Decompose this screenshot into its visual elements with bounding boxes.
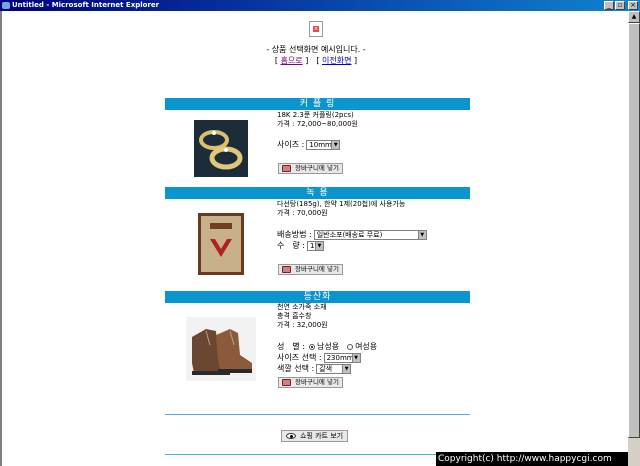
ring-cart-label: 장바구니에 넣기 (295, 164, 339, 172)
shoes-cart-label: 장바구니에 넣기 (295, 378, 339, 386)
section-title-hiking-shoes: 등산화 (165, 291, 470, 303)
chevron-down-icon: ▼ (342, 365, 351, 373)
antler-name: 다선탕(185g), 한약 1제(20첩)에 사용가능 (277, 200, 406, 208)
maximize-button[interactable]: ▫ (615, 1, 625, 10)
chevron-down-icon: ▼ (417, 231, 426, 239)
section-title-deer-antler: 녹 용 (165, 187, 470, 199)
section-title-couple-ring: 커 플 링 (165, 98, 470, 110)
ring-add-to-cart-button[interactable]: 장바구니에 넣기 (278, 163, 343, 174)
ring-price: 가격 : 72,000~80,000원 (277, 120, 358, 128)
shop-cart-label: 쇼핑 카트 보기 (300, 432, 344, 440)
shoes-feature: 충격 흡수창 (277, 312, 312, 320)
antler-cart-label: 장바구니에 넣기 (295, 265, 339, 273)
shopping-bag-icon (282, 266, 291, 273)
antler-price: 가격 : 70,000원 (277, 209, 328, 217)
ring-size-value: 10mm (309, 141, 332, 149)
chevron-down-icon: ▼ (331, 141, 340, 149)
antler-shipping-select[interactable]: 일반소포(배송료 무료) ▼ (313, 230, 427, 240)
antler-qty-value: 1 (309, 242, 315, 250)
shopping-bag-icon (282, 379, 291, 386)
antler-qty-row: 수 량 : 1 ▼ (277, 240, 324, 252)
vertical-scrollbar[interactable]: ▲ (628, 11, 640, 466)
antler-image[interactable] (198, 213, 244, 275)
ie-icon (2, 2, 10, 9)
shoes-color-value: 갈색 (319, 365, 333, 373)
antler-qty-select[interactable]: 1 ▼ (306, 241, 324, 251)
ring-size-select[interactable]: 10mm ▼ (306, 140, 341, 150)
window-controls: _ ▫ × (604, 1, 638, 10)
shoes-size-select[interactable]: 230mm ▼ (323, 353, 361, 363)
chevron-down-icon: ▼ (314, 242, 323, 250)
broken-image-icon: × (309, 21, 323, 37)
chevron-down-icon: ▼ (351, 354, 360, 362)
minimize-button[interactable]: _ (604, 1, 614, 10)
page-intro: - 상품 선택화면 예시입니다. - (266, 45, 366, 54)
eye-icon (286, 433, 296, 439)
ring-size-label: 사이즈 : (277, 140, 305, 149)
window-titlebar: Untitled - Microsoft Internet Explorer _… (0, 0, 640, 11)
shoes-material: 천연 소가죽 소재 (277, 303, 327, 311)
shoes-color-select[interactable]: 갈색 ▼ (316, 364, 352, 374)
divider-bottom (165, 454, 470, 455)
scroll-thumb[interactable] (628, 23, 640, 438)
shoes-info: 천연 소가죽 소재 충격 흡수창 가격 : 32,000원 (277, 303, 328, 330)
ring-info: 18K 2.3푼 커플링(2pcs) 가격 : 72,000~80,000원 (277, 111, 358, 129)
ring-name: 18K 2.3푼 커플링(2pcs) (277, 111, 354, 119)
gender-male-radio[interactable] (308, 344, 315, 350)
home-link[interactable]: 홈으로 (281, 56, 303, 65)
antler-shipping-value: 일반소포(배송료 무료) (316, 231, 383, 239)
shoes-size-value: 230mm (326, 354, 354, 362)
scroll-up-arrow-icon[interactable]: ▲ (628, 11, 640, 23)
divider-top (165, 414, 470, 415)
nav-links: [ 홈으로 ] [ 이전화면 ] (274, 56, 358, 65)
close-button[interactable]: × (628, 1, 638, 10)
ring-size-row: 사이즈 : 10mm ▼ (277, 139, 341, 151)
ring-image[interactable] (194, 120, 248, 177)
antler-info: 다선탕(185g), 한약 1제(20첩)에 사용가능 가격 : 70,000원 (277, 200, 405, 218)
shoes-color-label: 색깔 선택 : (277, 364, 315, 373)
shoes-price: 가격 : 32,000원 (277, 321, 328, 329)
gender-female-radio[interactable] (347, 344, 354, 350)
antler-qty-label: 수 량 : (277, 241, 305, 250)
shoes-add-to-cart-button[interactable]: 장바구니에 넣기 (278, 377, 343, 388)
view-shopping-cart-button[interactable]: 쇼핑 카트 보기 (281, 430, 349, 442)
shopping-bag-icon (282, 165, 291, 172)
hiking-shoes-image[interactable] (186, 317, 256, 381)
copyright-banner: Copyright(c) http://www.happycgi.com (436, 452, 628, 466)
window-title: Untitled - Microsoft Internet Explorer (12, 1, 160, 9)
page-viewport: × - 상품 선택화면 예시입니다. - [ 홈으로 ] [ 이전화면 ] 커 … (0, 11, 628, 466)
prev-page-link[interactable]: 이전화면 (322, 56, 351, 65)
antler-add-to-cart-button[interactable]: 장바구니에 넣기 (278, 264, 343, 275)
shoes-color-row: 색깔 선택 : 갈색 ▼ (277, 363, 352, 375)
